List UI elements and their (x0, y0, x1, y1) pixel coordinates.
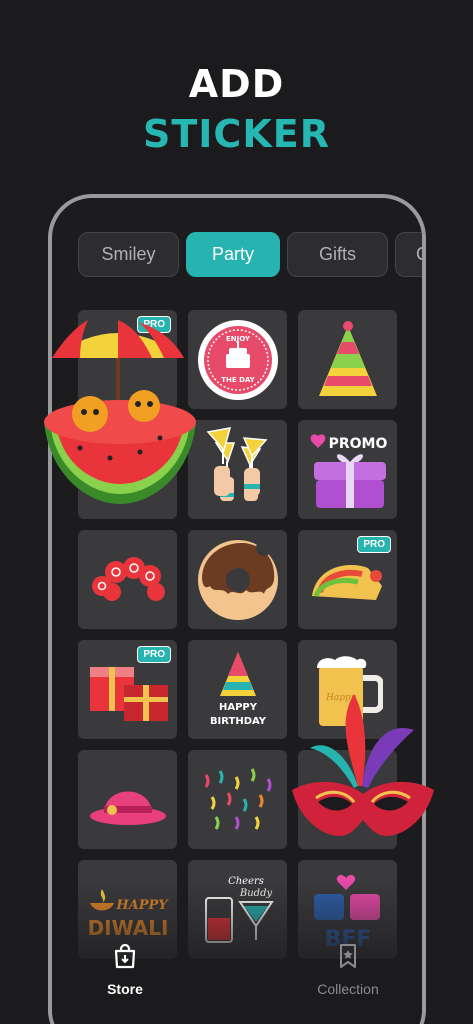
headline-add: ADD (188, 62, 285, 106)
bowler-hat-icon (89, 791, 166, 825)
sticker-cell-happy-birthday[interactable]: HAPPY BIRTHDAY (188, 640, 287, 739)
watermelon-pool-sticker-large (44, 320, 196, 504)
sticker-cell-bowler-hat[interactable] (78, 750, 177, 849)
gift-boxes-icon (89, 666, 168, 721)
tab-party[interactable]: Party (186, 232, 280, 277)
donut-icon (197, 539, 278, 620)
sticker-cell-enjoy-the-day[interactable]: ENJOY THE DAY (188, 310, 287, 409)
sticker-cell-confetti[interactable] (188, 750, 287, 849)
shopping-bag-icon (114, 943, 136, 969)
nav-store[interactable]: Store (55, 942, 195, 997)
clown-wig-icon (91, 556, 165, 601)
sticker-cell-gift-boxes[interactable]: PRO (78, 640, 177, 739)
bottom-nav: Store Collection (0, 934, 473, 1024)
pro-badge: PRO (357, 536, 391, 553)
sticker-cell-clown-wig[interactable] (78, 530, 177, 629)
category-tabs: Smiley Party Gifts Cl (78, 232, 422, 277)
party-hat-icon (318, 320, 377, 396)
tab-partial[interactable]: Cl (395, 232, 422, 277)
happy-text: HAPPY (218, 702, 257, 713)
bookmark-star-icon (340, 944, 356, 968)
nav-store-label: Store (107, 981, 143, 997)
promo-gift-icon: PROMO (310, 433, 387, 508)
happy-birthday-icon: HAPPY BIRTHDAY (209, 651, 266, 727)
badge-text-top: ENJOY (225, 335, 250, 343)
pro-badge: PRO (137, 646, 171, 663)
confetti-icon (204, 767, 271, 830)
tab-smiley[interactable]: Smiley (78, 232, 179, 277)
badge-text-bottom: THE DAY (221, 376, 255, 384)
sticker-cell-taco[interactable]: PRO (298, 530, 397, 629)
sticker-cell-party-hat[interactable] (298, 310, 397, 409)
sticker-cell-donut[interactable] (188, 530, 287, 629)
tab-gifts[interactable]: Gifts (287, 232, 388, 277)
nav-collection-label: Collection (317, 981, 379, 997)
enjoy-the-day-badge-icon: ENJOY THE DAY (197, 319, 278, 400)
sticker-cell-promo-gift[interactable]: PROMO (298, 420, 397, 519)
buddy-text: Buddy (238, 888, 272, 899)
promo-text: PROMO (328, 436, 387, 452)
headline-sticker: STICKER (143, 112, 330, 156)
birthday-text: BIRTHDAY (209, 716, 266, 727)
nav-collection[interactable]: Collection (278, 942, 418, 997)
taco-icon (311, 564, 382, 600)
diwali-happy-text: HAPPY (115, 898, 169, 913)
cheers-text: Cheers (228, 876, 264, 887)
carnival-mask-sticker-large (292, 694, 434, 836)
cocktail-cheers-sticker-large (206, 427, 268, 496)
